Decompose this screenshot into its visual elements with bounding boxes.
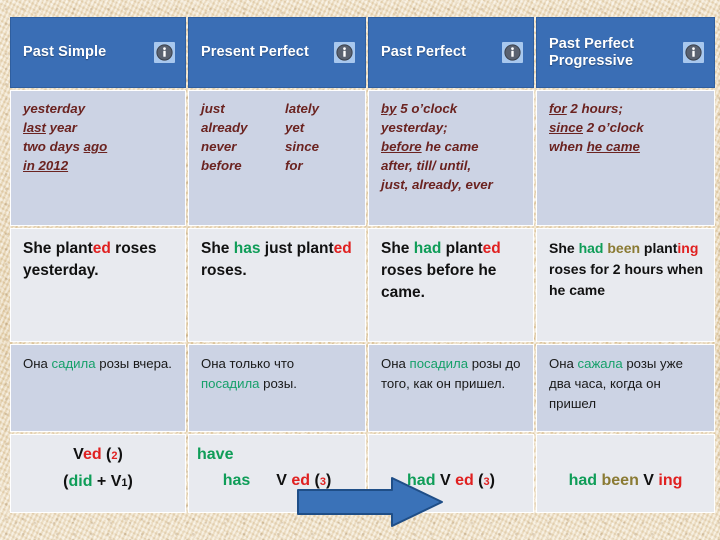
marker-list: just already never before lately yet since for: [201, 99, 355, 175]
translation-sentence: Она только что посадила розы.: [201, 356, 297, 391]
marker-word: yet: [285, 120, 305, 135]
formula-cell-past-perfect-progressive: had been V ing: [536, 434, 715, 513]
formula-cell-past-simple: Ved (2) (did + V1): [10, 434, 186, 513]
marker-word: just, already, ever: [381, 177, 493, 192]
example-sentence: She has just planted roses.: [201, 240, 352, 279]
marker-word: just: [201, 101, 225, 116]
column-header-label: Past Simple: [23, 44, 107, 60]
translation-cell-past-perfect-progressive: Она сажала розы уже два часа, когда он п…: [536, 344, 715, 432]
column-header-present-perfect[interactable]: Present Perfect: [188, 17, 366, 88]
marker-word: after, till/ until,: [381, 158, 472, 173]
timeline-arrow: [297, 477, 443, 527]
formula-line: Ved (2): [73, 446, 123, 463]
marker-word: lately: [285, 101, 320, 116]
column-header-past-perfect[interactable]: Past Perfect: [368, 17, 534, 88]
info-icon[interactable]: [154, 42, 175, 63]
table-header-row: Past Simple Present Perfect Past Perfect…: [10, 17, 715, 88]
marker-list: for 2 hours; since 2 o’clock when he came: [549, 99, 704, 156]
marker-word: for 2 hours;: [549, 101, 623, 116]
translation-sentence: Она сажала розы уже два часа, когда он п…: [549, 356, 683, 411]
column-header-label: Past Perfect Progressive: [549, 35, 635, 69]
time-markers-row: yesterday last year two days ago in 2012 j…: [10, 90, 715, 226]
marker-word: before: [201, 158, 242, 173]
marker-word: since: [285, 139, 320, 154]
translation-cell-past-simple: Она садила розы вчера.: [10, 344, 186, 432]
translation-cell-present-perfect: Она только что посадила розы.: [188, 344, 366, 432]
marker-word: yesterday: [23, 101, 86, 116]
example-cell-present-perfect: She has just planted roses.: [188, 228, 366, 342]
info-icon[interactable]: [502, 42, 523, 63]
translation-sentence: Она садила розы вчера.: [23, 356, 172, 371]
tenses-table: Past Simple Present Perfect Past Perfect…: [8, 15, 717, 515]
example-sentence: She had planted roses before he came.: [381, 240, 501, 301]
column-header-past-simple[interactable]: Past Simple: [10, 17, 186, 88]
marker-word: since 2 o’clock: [549, 120, 644, 135]
column-header-label: Present Perfect: [201, 44, 309, 60]
marker-word: never: [201, 139, 237, 154]
russian-translation-row: Она садила розы вчера. Она только что по…: [10, 344, 715, 432]
info-icon[interactable]: [683, 42, 704, 63]
example-sentence: She planted roses yesterday.: [23, 240, 157, 279]
marker-word: in 2012: [23, 158, 69, 173]
column-header-label: Past Perfect: [381, 44, 467, 60]
marker-list: yesterday last year two days ago in 2012: [23, 99, 175, 175]
marker-word: before he came: [381, 139, 479, 154]
formula: Ved (2) (did + V1): [19, 442, 177, 496]
marker-word: yesterday;: [381, 120, 448, 135]
markers-cell-past-perfect: by 5 o’clock yesterday; before he came afte…: [368, 90, 534, 226]
formula-line: have: [197, 446, 234, 463]
markers-cell-present-perfect: just already never before lately yet since for: [188, 90, 366, 226]
example-cell-past-perfect: She had planted roses before he came.: [368, 228, 534, 342]
translation-sentence: Она посадила розы до того, как он пришел…: [381, 356, 521, 391]
marker-word: by 5 o’clock: [381, 101, 458, 116]
marker-word: already: [201, 120, 248, 135]
marker-word: two days ago: [23, 139, 108, 154]
marker-word: when he came: [549, 139, 640, 154]
info-icon[interactable]: [334, 42, 355, 63]
formula: had been V ing: [545, 442, 706, 494]
formula-aux: has: [222, 472, 251, 489]
markers-cell-past-perfect-progressive: for 2 hours; since 2 o’clock when he came: [536, 90, 715, 226]
example-cell-past-simple: She planted roses yesterday.: [10, 228, 186, 342]
marker-word: for: [285, 158, 303, 173]
markers-cell-past-simple: yesterday last year two days ago in 2012: [10, 90, 186, 226]
translation-cell-past-perfect: Она посадила розы до того, как он пришел…: [368, 344, 534, 432]
column-header-past-perfect-progressive[interactable]: Past Perfect Progressive: [536, 17, 715, 88]
tenses-comparison-sheet: Past Simple Present Perfect Past Perfect…: [0, 0, 720, 540]
english-example-row: She planted roses yesterday. She has jus…: [10, 228, 715, 342]
formula-line: had been V ing: [568, 472, 683, 489]
marker-word: last year: [23, 120, 77, 135]
formula-line: (did + V1): [63, 473, 133, 490]
example-sentence: She had been planting roses for 2 hours …: [549, 240, 704, 298]
marker-list: by 5 o’clock yesterday; before he came afte…: [381, 99, 523, 194]
example-cell-past-perfect-progressive: She had been planting roses for 2 hours …: [536, 228, 715, 342]
